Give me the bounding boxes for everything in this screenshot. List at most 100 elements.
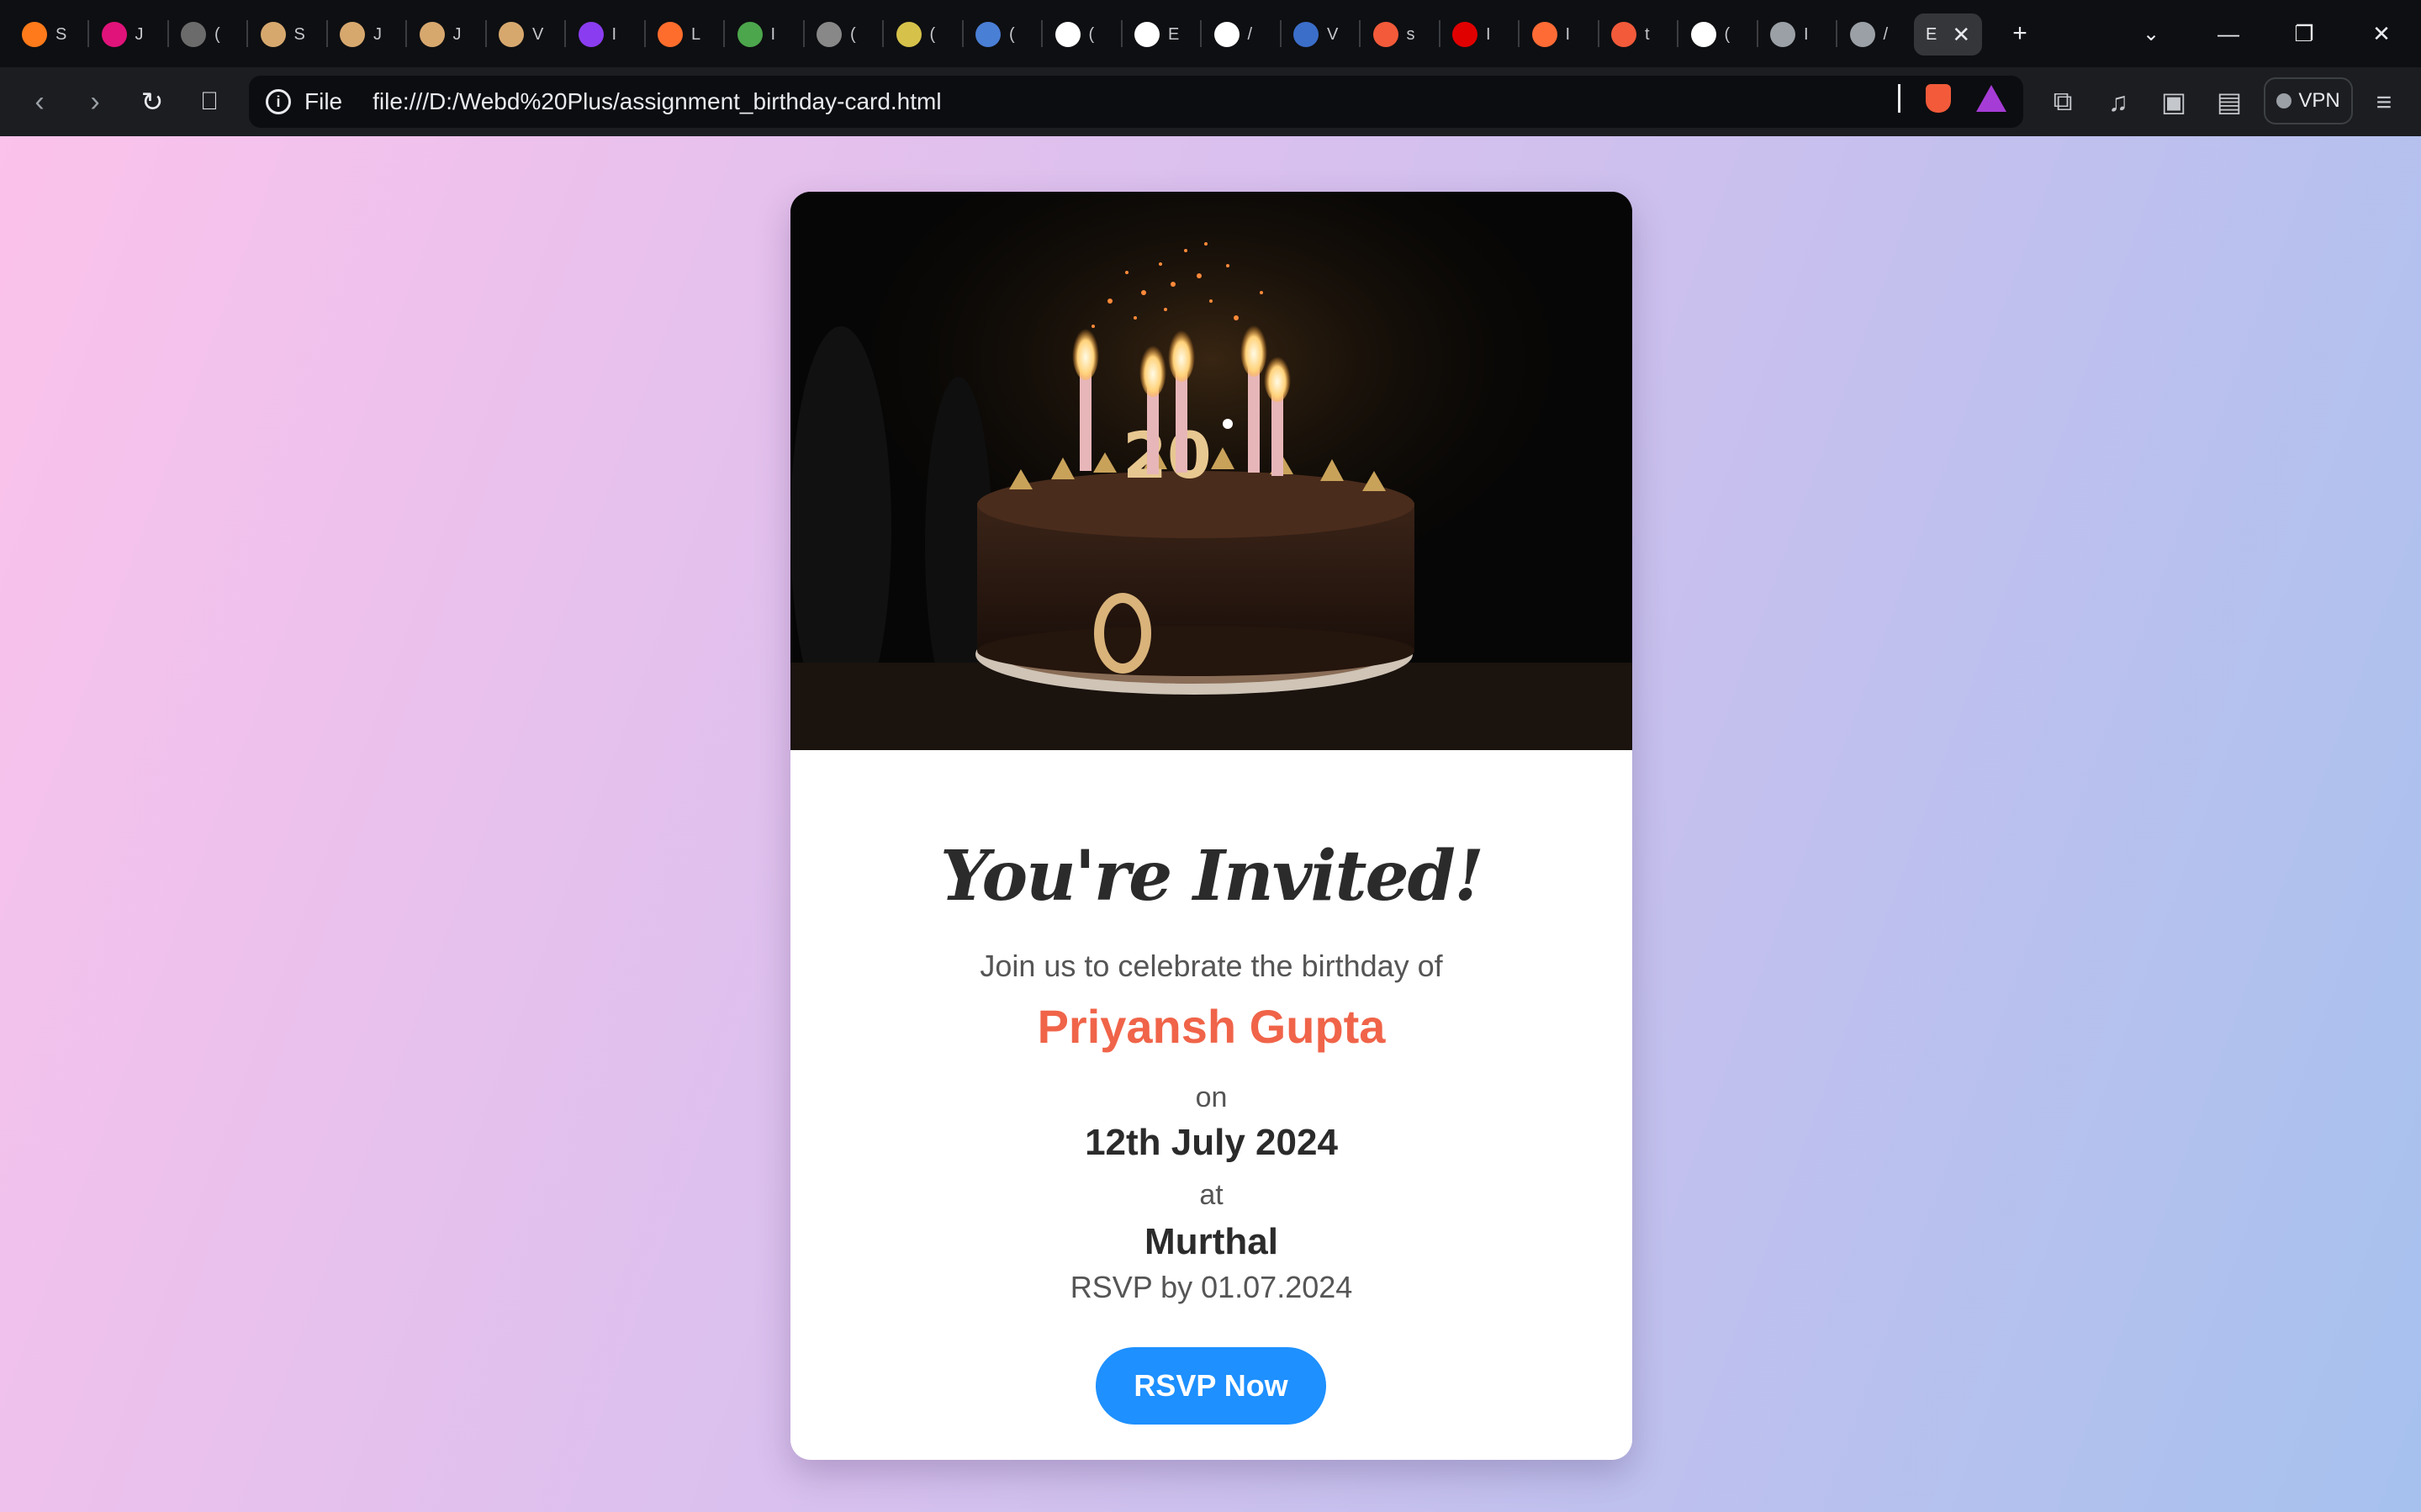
shield-icon xyxy=(419,22,445,47)
celebrant-name: Priyansh Gupta xyxy=(1037,1000,1386,1053)
tab-item[interactable]: E xyxy=(1134,13,1179,56)
tab-label: ( xyxy=(929,24,936,44)
tab-active-label: E xyxy=(1926,24,1937,44)
new-tab-icon[interactable]: + xyxy=(2001,15,2038,52)
leaf-icon xyxy=(737,22,763,47)
tab-separator xyxy=(1836,20,1837,47)
birthday-cake-icon: 20 xyxy=(790,192,1632,750)
tab-separator xyxy=(723,20,725,47)
info-icon[interactable]: i xyxy=(266,89,291,114)
tab-label: J xyxy=(452,24,462,44)
tab-label: E xyxy=(1168,24,1180,44)
sidebar-icon[interactable]: ▣ xyxy=(2154,82,2193,121)
tab-separator xyxy=(802,20,805,47)
tab-separator xyxy=(1597,20,1599,47)
tab-item[interactable]: J xyxy=(419,13,462,56)
wallet-icon[interactable]: ▤ xyxy=(2210,82,2249,121)
media-icon[interactable]: ♫ xyxy=(2099,82,2138,121)
tab-item[interactable]: J xyxy=(340,13,382,56)
tab-separator xyxy=(246,20,248,47)
openai-icon xyxy=(1690,22,1716,47)
tab-item[interactable]: L xyxy=(658,13,700,56)
tab-label: S xyxy=(293,24,305,44)
tab-label: / xyxy=(1247,24,1253,44)
bookmark-icon[interactable]: ⎕ xyxy=(188,81,230,123)
tab-item[interactable]: t xyxy=(1611,13,1650,56)
back-icon[interactable]: ‹ xyxy=(19,81,61,123)
tab-separator xyxy=(1438,20,1440,47)
tab-label: I xyxy=(1804,24,1809,44)
tab-label: ( xyxy=(1009,24,1015,44)
close-icon[interactable]: ✕ xyxy=(1952,22,1970,48)
amazon-icon xyxy=(1055,22,1081,47)
tab-separator xyxy=(1279,20,1282,47)
tab-item[interactable]: V xyxy=(499,13,543,56)
tab-active[interactable]: E ✕ xyxy=(1914,13,1983,56)
tab-item[interactable]: S xyxy=(22,13,66,56)
join-text: Join us to celebrate the birthday of xyxy=(980,949,1443,983)
tab-label: ( xyxy=(1088,24,1095,44)
restore-icon[interactable]: ❐ xyxy=(2286,15,2323,52)
tab-item[interactable]: I xyxy=(1452,13,1491,56)
minimize-icon[interactable]: — xyxy=(2210,15,2247,52)
tab-item[interactable]: / xyxy=(1849,13,1888,56)
shield-icon xyxy=(260,22,286,47)
tab-item[interactable]: ( xyxy=(1055,13,1095,56)
tab-item[interactable]: I xyxy=(1770,13,1809,56)
chevron-down-icon[interactable]: ⌄ xyxy=(2133,15,2170,52)
tab-label: t xyxy=(1645,24,1650,44)
tab-item[interactable]: I xyxy=(1531,13,1571,56)
tab-item[interactable]: ( xyxy=(975,13,1015,56)
tab-separator xyxy=(405,20,407,47)
tab-item[interactable]: S xyxy=(260,13,305,56)
tab-separator xyxy=(167,20,169,47)
rsvp-button[interactable]: RSVP Now xyxy=(1096,1347,1326,1425)
tab-item[interactable]: s xyxy=(1372,13,1415,56)
card-title: You're Invited! xyxy=(940,836,1484,917)
tab-item[interactable]: ( xyxy=(896,13,936,56)
gift-icon xyxy=(101,22,127,47)
tab-label: S xyxy=(56,24,67,44)
tab-item[interactable]: J xyxy=(101,13,144,56)
shield-icon xyxy=(340,22,365,47)
divider xyxy=(1898,84,1900,113)
vpn-button[interactable]: VPN xyxy=(2264,77,2353,124)
tab-item[interactable]: V xyxy=(1293,13,1338,56)
circle-icon xyxy=(975,22,1001,47)
rsvp-deadline: RSVP by 01.07.2024 xyxy=(1070,1270,1353,1304)
brave-shield-icon[interactable] xyxy=(1926,84,1951,113)
tab-item[interactable]: ( xyxy=(181,13,220,56)
window-close-icon[interactable]: ✕ xyxy=(2363,15,2400,52)
tab-item[interactable]: ( xyxy=(817,13,856,56)
address-bar[interactable]: i File file:///D:/Webd%20Plus/assignment… xyxy=(249,76,2023,128)
tab-label: I xyxy=(1486,24,1491,44)
tab-item[interactable]: I xyxy=(578,13,616,56)
url-text[interactable]: file:///D:/Webd%20Plus/assignment_birthd… xyxy=(373,88,941,115)
tab-label: ( xyxy=(1724,24,1731,44)
extensions-icon[interactable]: ⧉ xyxy=(2043,82,2082,121)
event-place: Murthal xyxy=(1144,1221,1278,1262)
forward-icon[interactable]: › xyxy=(74,81,116,123)
scheme-label: File xyxy=(304,88,343,114)
tab-item[interactable]: ( xyxy=(1690,13,1731,56)
at-text: at xyxy=(1199,1179,1224,1211)
tab-separator xyxy=(643,20,646,47)
browser-toolbar: ‹ › ↻ ⎕ i File file:///D:/Webd%20Plus/as… xyxy=(0,67,2421,136)
tab-separator xyxy=(1518,20,1520,47)
tab-label: I xyxy=(1565,24,1571,44)
hm-icon xyxy=(1452,22,1477,47)
menu-icon[interactable]: ≡ xyxy=(2365,82,2403,121)
reload-icon[interactable]: ↻ xyxy=(131,81,173,123)
tab-separator xyxy=(1120,20,1123,47)
fire-icon xyxy=(22,22,47,47)
cake-number: 20 xyxy=(1123,418,1212,493)
tab-separator xyxy=(961,20,964,47)
tab-separator xyxy=(882,20,884,47)
tab-item[interactable]: / xyxy=(1213,13,1253,56)
tab-separator xyxy=(1677,20,1678,47)
tab-item[interactable]: I xyxy=(737,13,775,56)
vpn-status-icon xyxy=(2276,93,2292,108)
rewards-triangle-icon[interactable] xyxy=(1976,85,2006,112)
tab-separator xyxy=(564,20,566,47)
globe-icon xyxy=(181,22,206,47)
